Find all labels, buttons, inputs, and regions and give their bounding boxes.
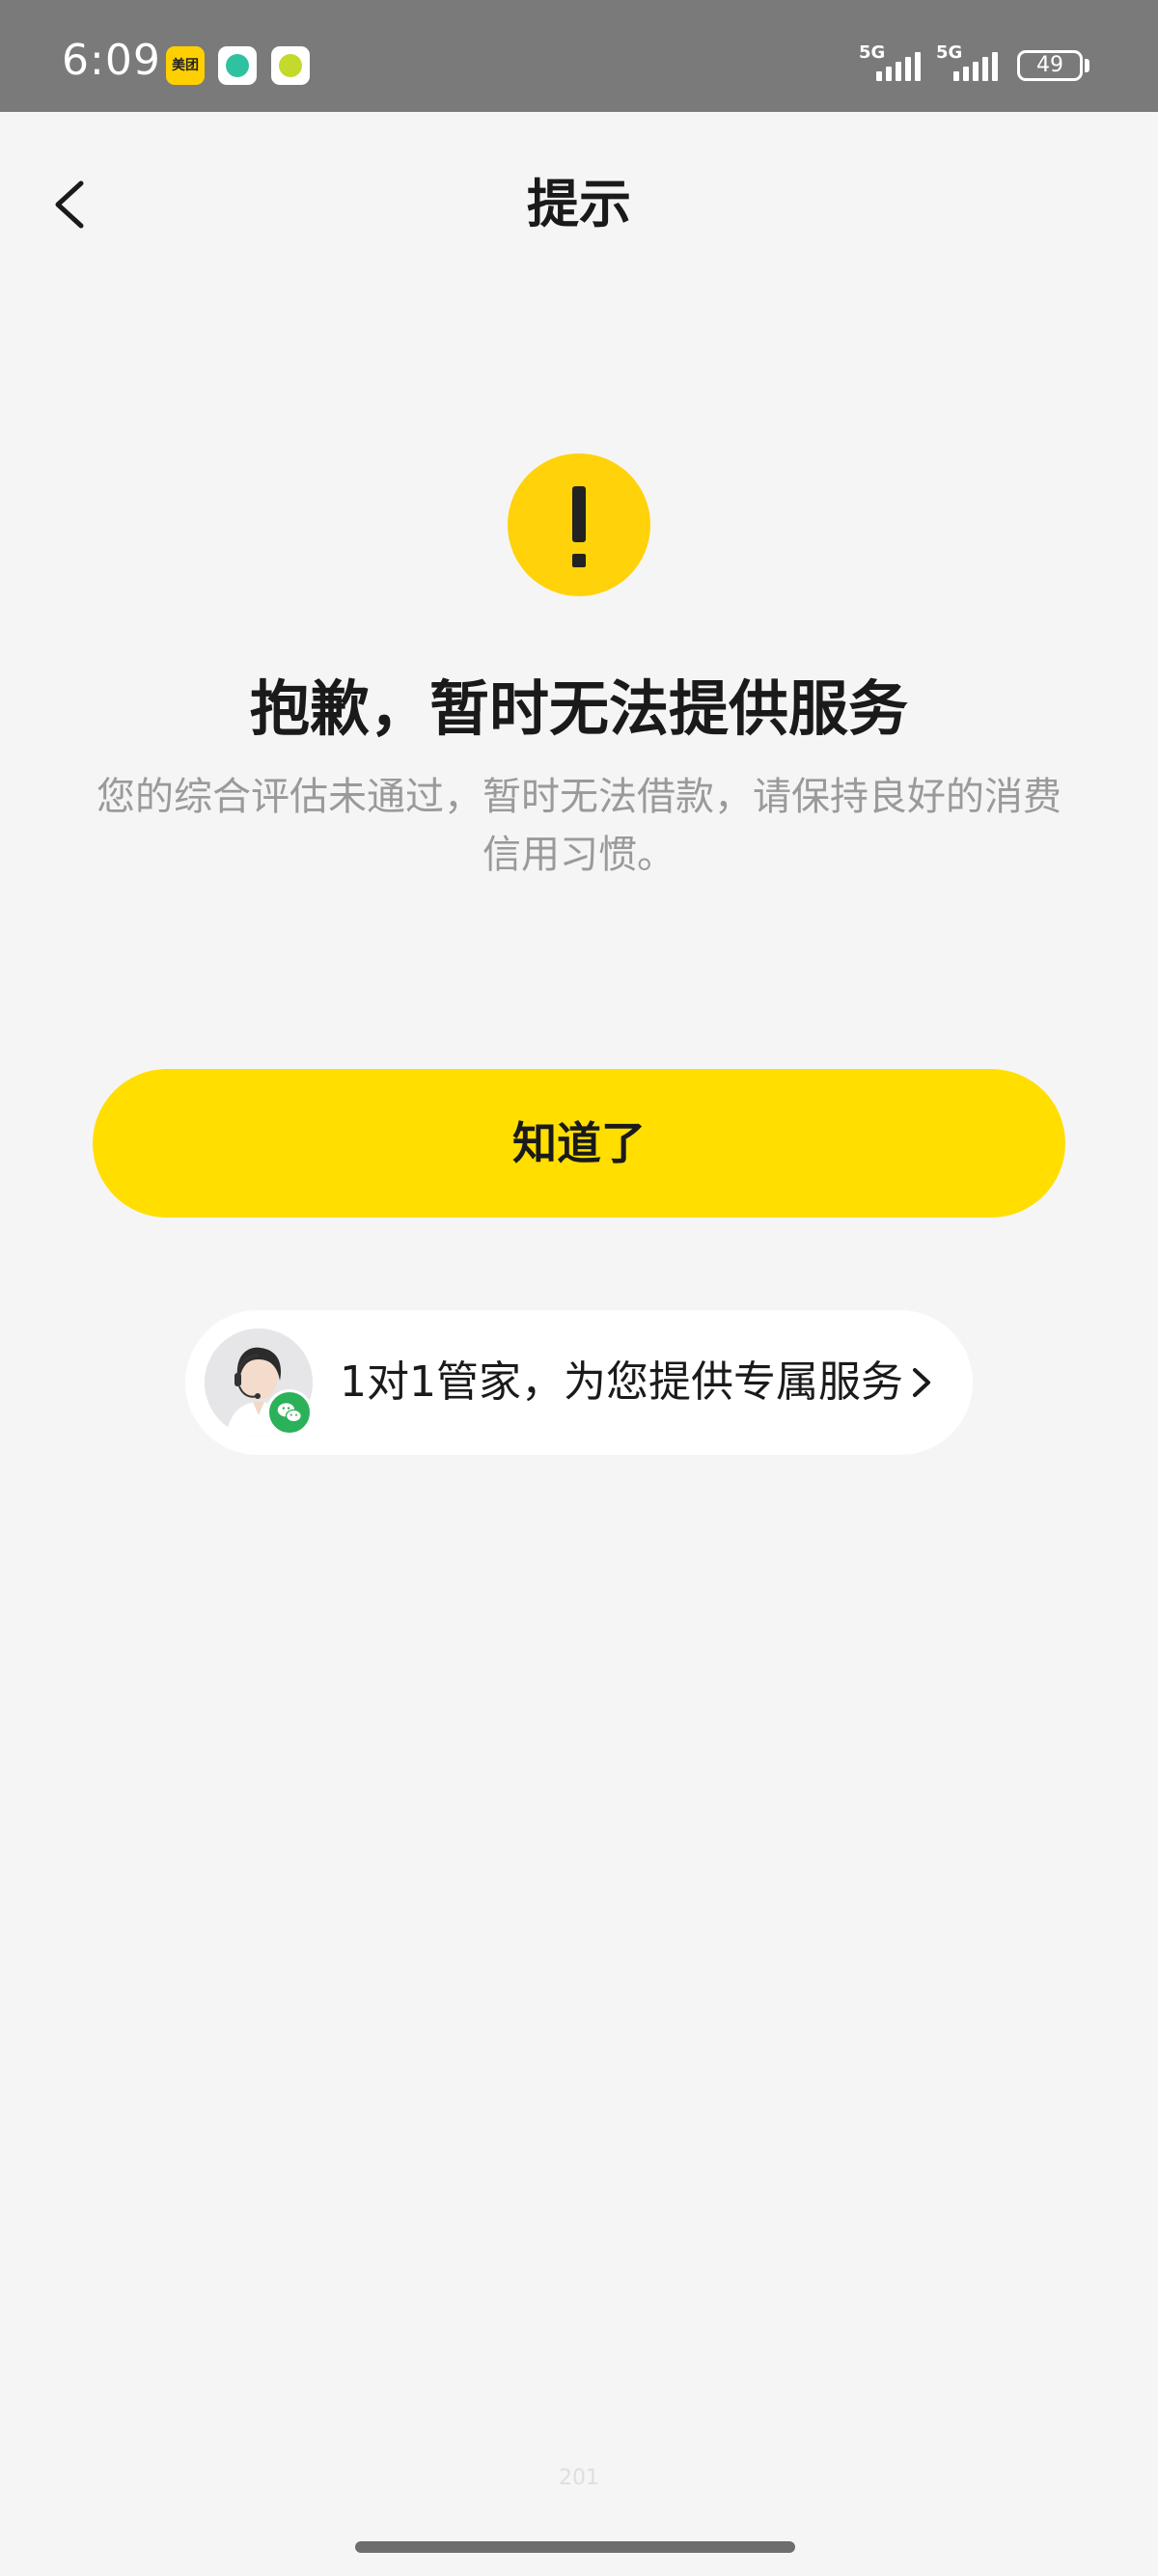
- page-title: 提示: [527, 174, 631, 234]
- cellular-signal-icon: 5G: [936, 42, 1004, 83]
- advisor-service-label: 1对1管家，为您提供专属服务: [340, 1357, 903, 1407]
- status-bar: 6:09 美团 5G 5G 49: [0, 0, 1158, 112]
- network-type-label: 5G: [859, 42, 886, 63]
- battery-icon: 49: [1017, 50, 1083, 81]
- network-type-label: 5G: [936, 42, 963, 63]
- advisor-service-button[interactable]: 1对1管家，为您提供专属服务: [185, 1310, 973, 1455]
- chevron-right-icon: [905, 1360, 936, 1405]
- wechat-icon: [266, 1389, 313, 1436]
- error-headline: 抱歉，暂时无法提供服务: [249, 673, 908, 744]
- nav-bar: 提示: [0, 112, 1158, 295]
- cellular-signal-icon: 5G: [859, 42, 926, 83]
- home-indicator[interactable]: [355, 2541, 795, 2553]
- status-time: 6:09: [62, 36, 161, 85]
- exclamation-icon: [508, 453, 650, 596]
- battery-tip: [1085, 59, 1089, 72]
- acknowledge-button[interactable]: 知道了: [93, 1069, 1065, 1218]
- app-notification-icon: [218, 46, 257, 85]
- footer-number: 201: [559, 2466, 599, 2490]
- meituan-icon: 美团: [166, 46, 205, 85]
- error-description: 您的综合评估未通过，暂时无法借款，请保持良好的消费信用习惯。: [96, 775, 1062, 877]
- app-notification-icon: [271, 46, 310, 85]
